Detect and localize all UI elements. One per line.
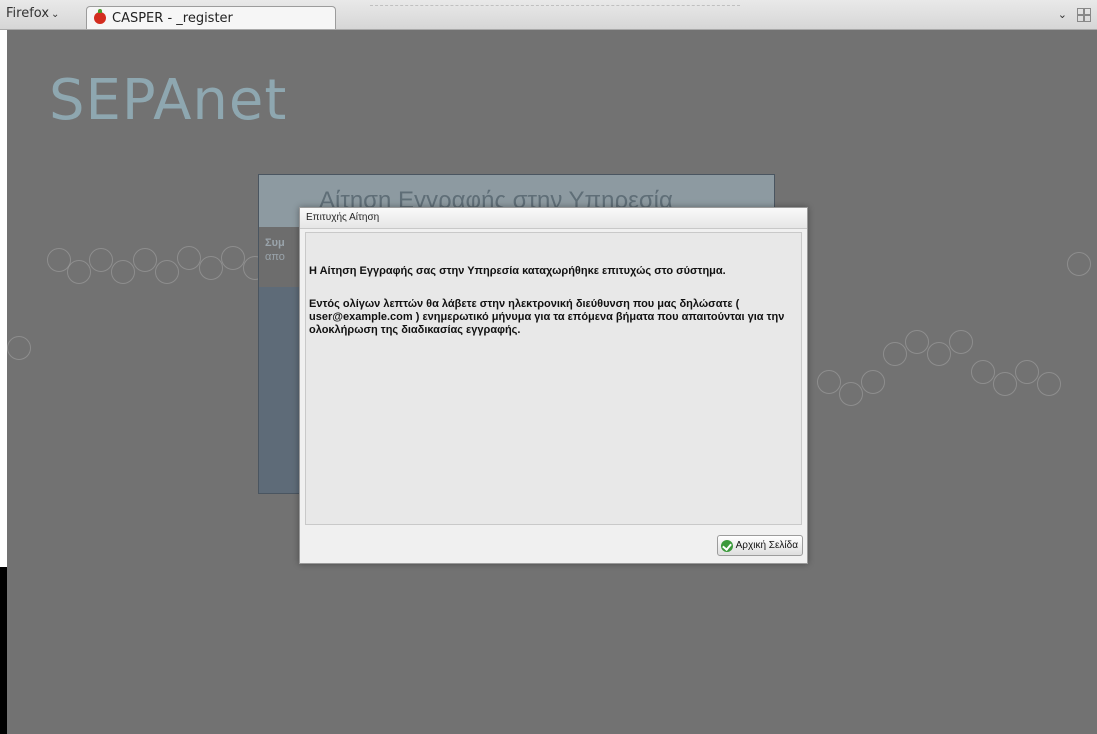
page-backdrop-lower <box>7 567 1097 734</box>
registration-card-text: απο <box>265 251 285 263</box>
list-all-tabs-icon[interactable]: ⌄ <box>1058 8 1067 21</box>
casper-strawberry-icon <box>94 9 106 24</box>
browser-tab[interactable]: CASPER - _register <box>86 6 336 29</box>
tab-groups-icon[interactable] <box>1077 8 1091 22</box>
firefox-menu-button[interactable]: Firefox ⌄ <box>6 6 59 21</box>
success-dialog: Επιτυχής Αίτηση Η Αίτηση Εγγραφής σας στ… <box>299 207 808 564</box>
dialog-footer: Αρχική Σελίδα <box>300 526 807 563</box>
registration-card-text: Συμ <box>265 237 285 249</box>
home-page-button[interactable]: Αρχική Σελίδα <box>716 535 803 556</box>
success-message: Η Αίτηση Εγγραφής σας στην Υπηρεσία κατα… <box>309 265 726 277</box>
browser-toolbar: Firefox ⌄ CASPER - _register ⌄ <box>0 0 1097 30</box>
tab-strip-gap <box>370 5 740 7</box>
home-page-button-label: Αρχική Σελίδα <box>735 540 798 551</box>
dialog-titlebar[interactable]: Επιτυχής Αίτηση <box>300 208 807 229</box>
info-message: Εντός ολίγων λεπτών θα λάβετε στην ηλεκτ… <box>309 298 785 336</box>
chevron-down-icon: ⌄ <box>51 9 60 20</box>
sepanet-logo: SEPAnet <box>49 68 288 133</box>
firefox-menu-label: Firefox <box>6 6 50 21</box>
tab-title: CASPER - _register <box>112 11 233 26</box>
green-check-icon <box>720 539 733 552</box>
dialog-content: Η Αίτηση Εγγραφής σας στην Υπηρεσία κατα… <box>305 232 802 525</box>
left-edge-strip <box>0 567 7 734</box>
dialog-title: Επιτυχής Αίτηση <box>306 212 380 223</box>
